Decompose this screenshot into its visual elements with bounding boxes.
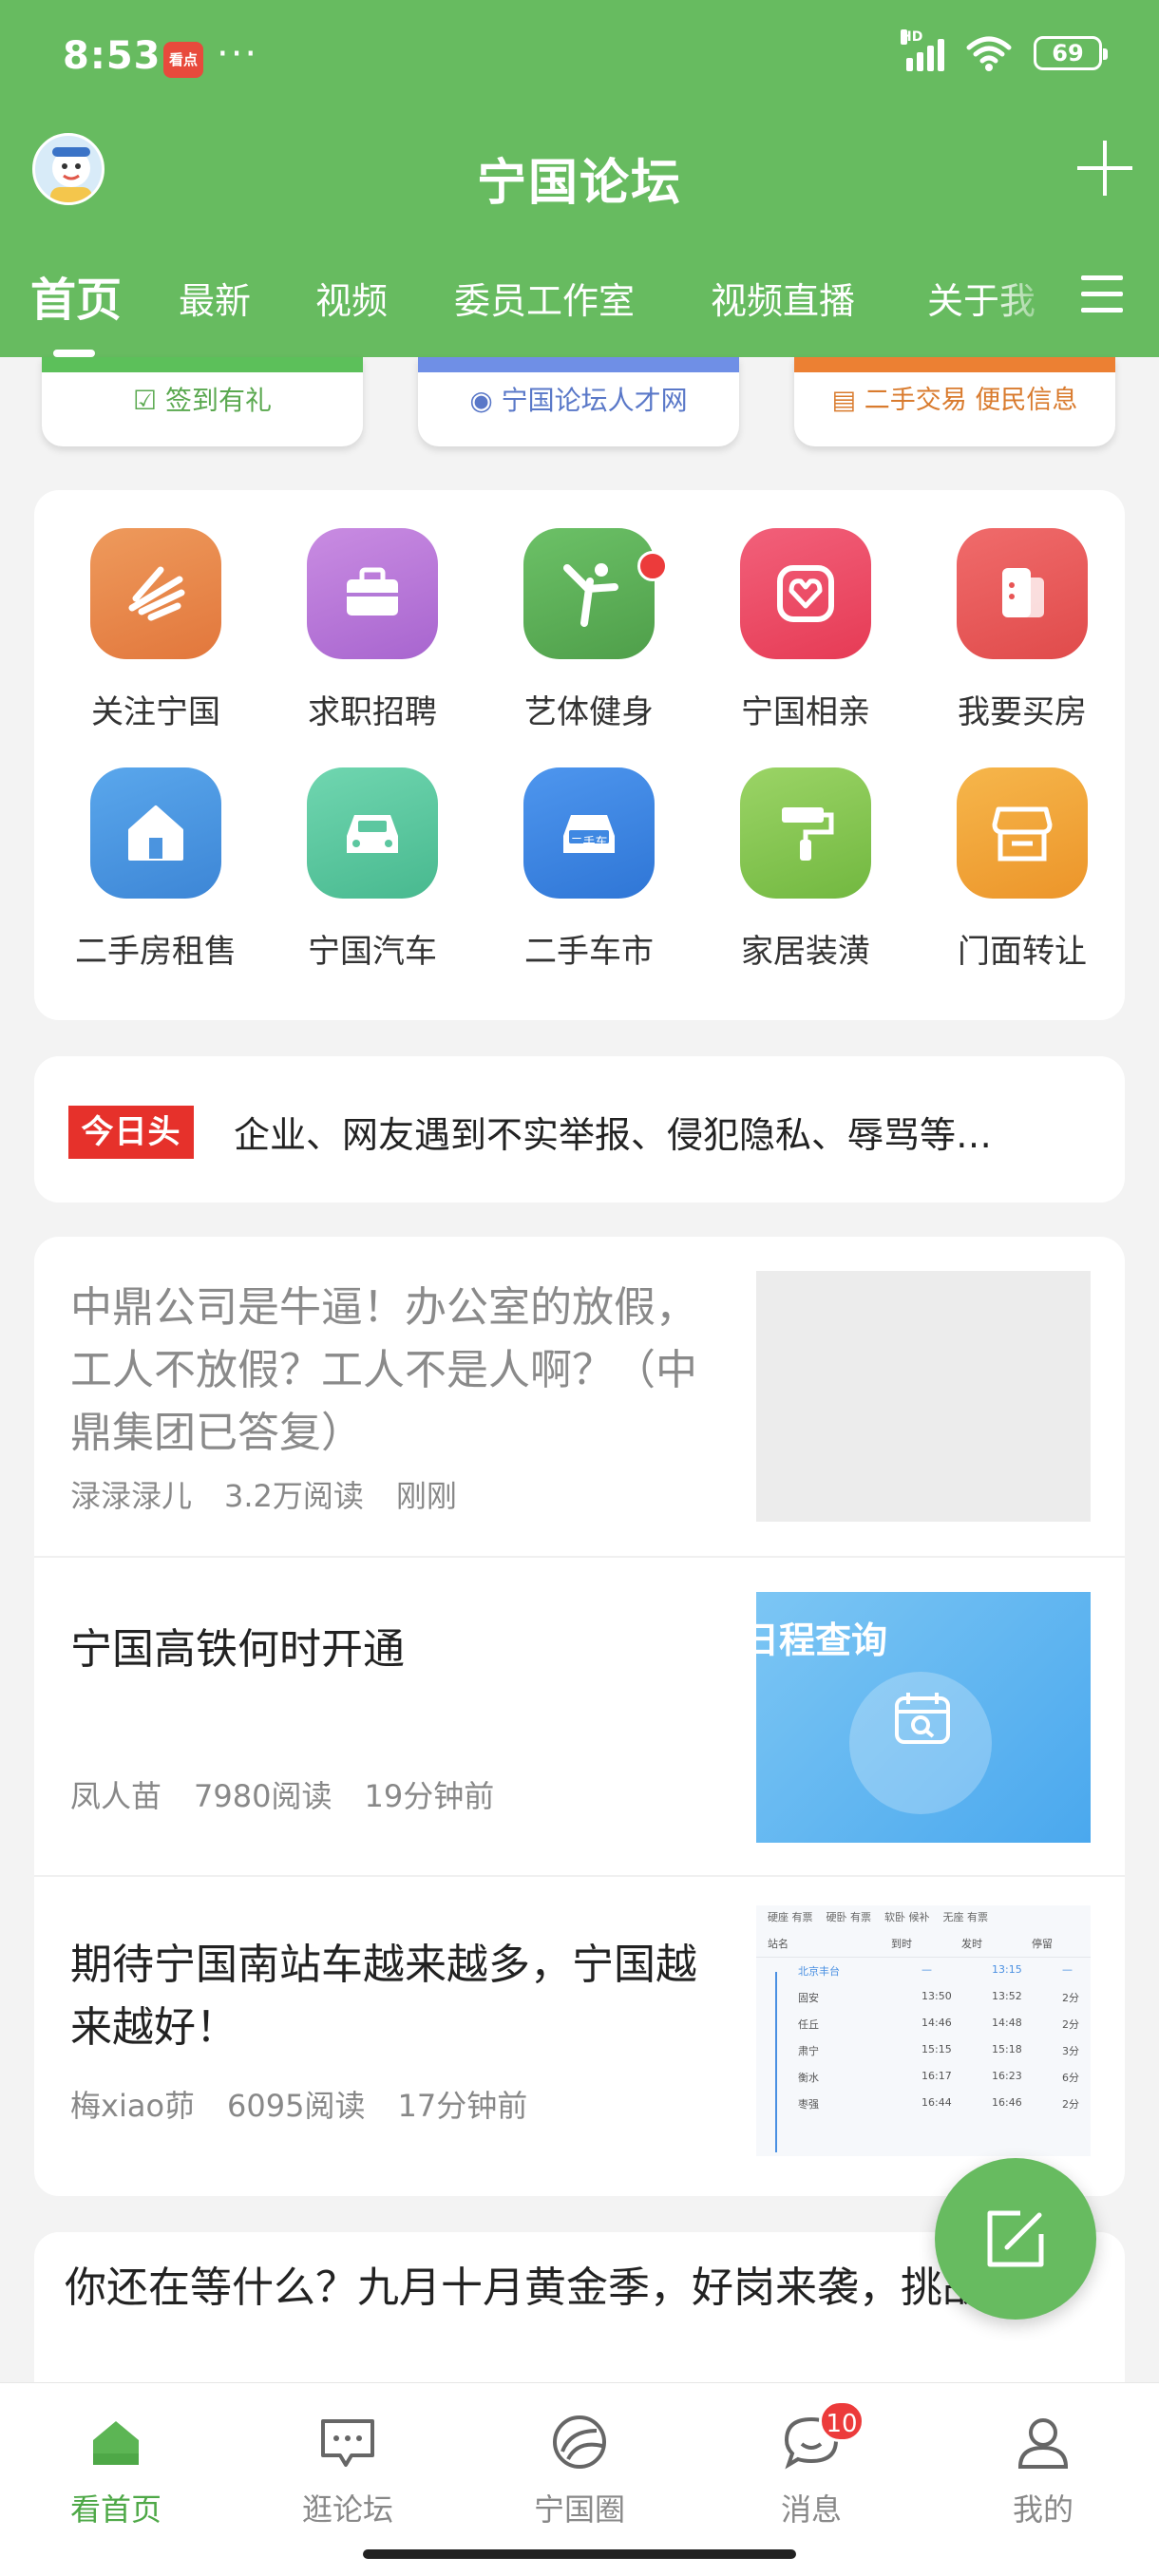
- list-item[interactable]: 期待宁国南站车越来越多，宁国越来越好！ 梅xiao茆 6095阅读 17分钟前 硬座…: [34, 1877, 1125, 2196]
- post-thumbnail: 日程查询: [756, 1592, 1091, 1843]
- car-icon: [307, 767, 438, 899]
- used-car-icon: 二手车: [523, 767, 655, 899]
- add-button[interactable]: [1077, 141, 1132, 196]
- promo-sign-in[interactable]: ☑ 签到有礼: [42, 357, 363, 446]
- house-card-icon: [957, 528, 1088, 659]
- grid-item-home-decoration[interactable]: 家居装潢: [711, 767, 901, 972]
- post-author: 梅xiao茆: [70, 2088, 196, 2124]
- menu-icon[interactable]: [1081, 275, 1123, 313]
- post-title: 中鼎公司是牛逼！办公室的放假，工人不放假？工人不是人啊？（中鼎集团已答复）: [70, 1283, 697, 1457]
- headline-text: 企业、网友遇到不实举报、侵犯隐私、辱骂等…: [234, 1114, 993, 1156]
- tab-committee-studio[interactable]: 委员工作室: [454, 272, 635, 324]
- post-author: 渌渌渌儿: [70, 1478, 193, 1514]
- wifi-icon: [966, 36, 1012, 71]
- grid-item-fitness[interactable]: 艺体健身: [494, 528, 684, 732]
- unread-badge: 10: [819, 2400, 864, 2442]
- tab-bar: 首页 最新 视频 委员工作室 视频直播 关于我: [0, 256, 1159, 332]
- post-reads: 6095阅读: [227, 2088, 366, 2124]
- grid-item-jobs[interactable]: 求职招聘: [277, 528, 467, 732]
- page-title: 宁国论坛: [476, 155, 682, 212]
- compose-button[interactable]: [935, 2158, 1096, 2320]
- edit-icon: [987, 2210, 1044, 2267]
- calendar-icon: ☑: [132, 385, 158, 416]
- category-grid: 关注宁国 求职招聘 艺体健身 宁国相亲 我要买房 二手房租售 宁国汽车 二手车 …: [34, 490, 1125, 1020]
- nav-home[interactable]: 看首页: [40, 2412, 192, 2529]
- bottom-nav: 看首页 逛论坛 宁国圈 10 消息 我的: [0, 2382, 1159, 2576]
- toutiao-logo: 今日头条: [68, 1106, 194, 1204]
- post-meta: 梅xiao茆 6095阅读 17分钟前: [70, 2082, 560, 2126]
- post-title: 宁国高铁何时开通: [70, 1625, 405, 1674]
- schedule-query-text: 日程查询: [756, 1619, 888, 1661]
- app-notification-icon: 看点: [163, 42, 203, 78]
- post-thumbnail: [756, 1271, 1091, 1522]
- grid-item-ningguo-cars[interactable]: 宁国汽车: [277, 767, 467, 972]
- post-title: 你还在等什么？九月十月黄金季，好岗来袭，挑战!: [65, 2263, 1001, 2312]
- post-reads: 7980阅读: [194, 1778, 332, 1814]
- tab-latest[interactable]: 最新: [179, 272, 251, 324]
- promo-talent-network[interactable]: ◉ 宁国论坛人才网: [418, 357, 739, 446]
- leaf-icon: [90, 528, 221, 659]
- list-item[interactable]: 宁国高铁何时开通 凤人苗 7980阅读 19分钟前 日程查询: [34, 1558, 1125, 1877]
- tab-live-video[interactable]: 视频直播: [711, 272, 855, 324]
- home-icon: [86, 2412, 146, 2472]
- post-feed: 中鼎公司是牛逼！办公室的放假，工人不放假？工人不是人啊？（中鼎集团已答复） 渌渌…: [34, 1237, 1125, 2196]
- active-tab-indicator: [53, 350, 95, 357]
- grid-item-used-cars[interactable]: 二手车 二手车市: [494, 767, 684, 972]
- tab-video[interactable]: 视频: [315, 272, 388, 324]
- fitness-icon: [523, 528, 668, 659]
- status-time: 8:53: [63, 34, 162, 78]
- headline-banner[interactable]: 今日头条 企业、网友遇到不实举报、侵犯隐私、辱骂等…: [34, 1056, 1125, 1204]
- post-reads: 3.2万阅读: [224, 1478, 364, 1514]
- nav-circle[interactable]: 宁国圈: [504, 2412, 656, 2529]
- status-bar: 8:53 看点 ··· HD 69: [0, 0, 1159, 114]
- nav-profile[interactable]: 我的: [967, 2412, 1119, 2529]
- grid-item-storefront-transfer[interactable]: 门面转让: [927, 767, 1117, 972]
- heart-icon: [740, 528, 871, 659]
- tab-home[interactable]: 首页: [30, 262, 122, 329]
- post-title: 期待宁国南站车越来越多，宁国越来越好！: [70, 1941, 697, 2052]
- chat-box-icon: [317, 2412, 378, 2472]
- post-time: 刚刚: [395, 1478, 457, 1514]
- grid-item-second-hand-housing[interactable]: 二手房租售: [61, 767, 251, 972]
- storefront-icon: [957, 767, 1088, 899]
- calendar-search-icon: [895, 1693, 950, 1744]
- promo-second-hand[interactable]: ▤ 二手交易 便民信息: [794, 357, 1115, 446]
- message-icon: 10: [781, 2400, 864, 2472]
- nav-forum[interactable]: 逛论坛: [272, 2412, 424, 2529]
- circle-icon: [549, 2412, 610, 2472]
- app-header: 8:53 看点 ··· HD 69 宁国论坛 首页 最新 视频 委员工作室 视频…: [0, 0, 1159, 357]
- more-notifications-icon: ···: [217, 32, 259, 76]
- shop-icon: ▤: [831, 386, 857, 415]
- post-author: 凤人苗: [70, 1778, 162, 1814]
- post-meta: 渌渌渌儿 3.2万阅读 刚刚: [70, 1472, 489, 1516]
- train-schedule-thumbnail: 硬座 有票 硬卧 有票 软卧 候补 无座 有票 站名 到时 发时 停留 北京丰台 —13:15…: [756, 1905, 1091, 2156]
- user-icon: [1013, 2412, 1074, 2472]
- new-dot: [637, 551, 668, 581]
- post-time: 17分钟前: [397, 2088, 528, 2124]
- grid-item-dating[interactable]: 宁国相亲: [711, 528, 901, 732]
- user-circle-icon: ◉: [469, 385, 493, 416]
- grid-item-buy-house[interactable]: 我要买房: [927, 528, 1117, 732]
- home-icon: [90, 767, 221, 899]
- used-car-tag: 二手车: [570, 836, 608, 850]
- list-item[interactable]: 中鼎公司是牛逼！办公室的放假，工人不放假？工人不是人啊？（中鼎集团已答复） 渌渌…: [34, 1237, 1125, 1558]
- nav-messages[interactable]: 10 消息: [735, 2400, 887, 2529]
- battery-icon: 69: [1034, 36, 1108, 70]
- cell-signal-icon: HD: [901, 29, 944, 71]
- post-time: 19分钟前: [364, 1778, 495, 1814]
- grid-item-follow-ningguo[interactable]: 关注宁国: [61, 528, 251, 732]
- paint-roller-icon: [740, 767, 871, 899]
- home-indicator[interactable]: [363, 2549, 796, 2559]
- post-meta: 凤人苗 7980阅读 19分钟前: [70, 1772, 526, 1816]
- briefcase-icon: [307, 528, 438, 659]
